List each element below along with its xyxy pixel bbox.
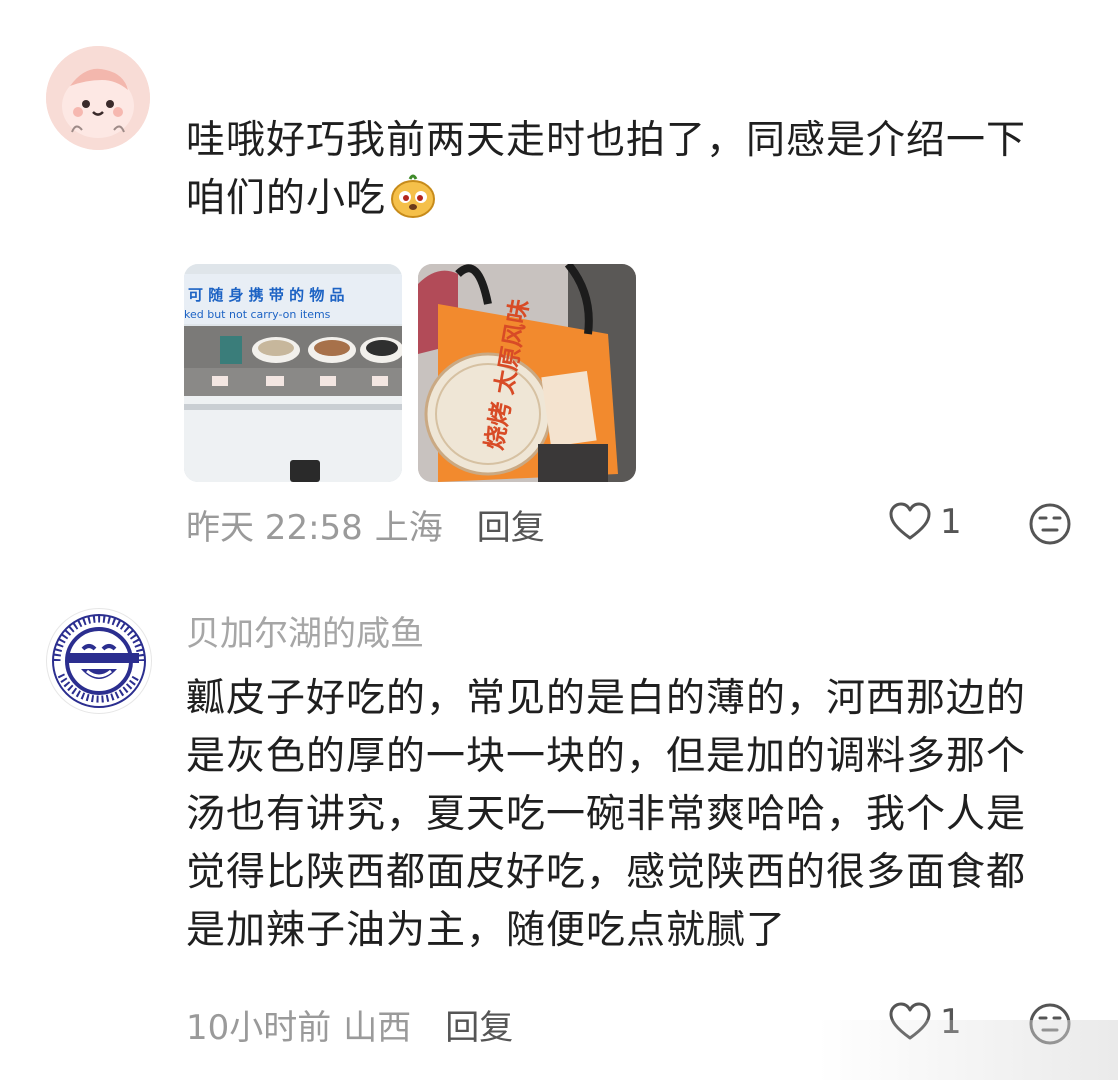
comment-time: 10小时前 [186,1008,332,1048]
reply-button[interactable]: 回复 [445,1000,513,1049]
avatar-image [46,46,150,150]
photo-grid: 可 随 身 携 带 的 物 品 ked but not carry-on ite… [184,264,636,482]
photo-security-display[interactable]: 可 随 身 携 带 的 物 品 ked but not carry-on ite… [184,264,402,482]
emoji-face-icon [1029,503,1071,545]
comment-body: 哇哦好巧我前两天走时也拍了，同感是介绍一下 咱们的小吃 [186,112,1046,236]
comment-1: 哇哦好巧我前两天走时也拍了，同感是介绍一下 咱们的小吃 可 随 身 携 带 的 … [0,0,1118,580]
dog-emoji-icon [388,171,438,236]
comment-body: 贝加尔湖的咸鱼 瓤皮子好吃的，常见的是白的薄的，河西那边的 是灰色的厚的一块一块… [186,612,1046,960]
avatar[interactable] [46,46,150,150]
comment-text: 哇哦好巧我前两天走时也拍了，同感是介绍一下 咱们的小吃 [186,112,1046,236]
laughing-man-avatar [49,611,149,711]
comment-time: 昨天 22:58 [186,508,363,548]
comment-location: 山西 [343,1008,412,1048]
sign-line-2: ked but not carry-on items [184,308,331,321]
comment-text: 瓤皮子好吃的，常见的是白的薄的，河西那边的 是灰色的厚的一块一块的，但是加的调料… [186,676,1027,953]
watermark-overlay [818,1020,1118,1080]
comment-location: 上海 [374,508,443,548]
sign-line-1: 可 随 身 携 带 的 物 品 [188,286,345,304]
heart-outline-icon [889,502,931,540]
username[interactable]: 贝加尔湖的咸鱼 [186,612,1046,656]
avatar[interactable] [46,608,152,714]
comment-meta: 昨天 22:58 上海 回复 [186,500,545,549]
photo-food-bag[interactable]: 烧烤 太原风味 [418,264,636,482]
comment-2: 贝加尔湖的咸鱼 瓤皮子好吃的，常见的是白的薄的，河西那边的 是灰色的厚的一块一块… [0,580,1118,1080]
emoji-reaction-button[interactable] [1028,502,1072,550]
reply-button[interactable]: 回复 [477,500,545,549]
like-button[interactable]: 1 [888,502,962,542]
like-count: 1 [940,502,962,542]
comment-meta: 10小时前 山西 回复 [186,1000,513,1049]
